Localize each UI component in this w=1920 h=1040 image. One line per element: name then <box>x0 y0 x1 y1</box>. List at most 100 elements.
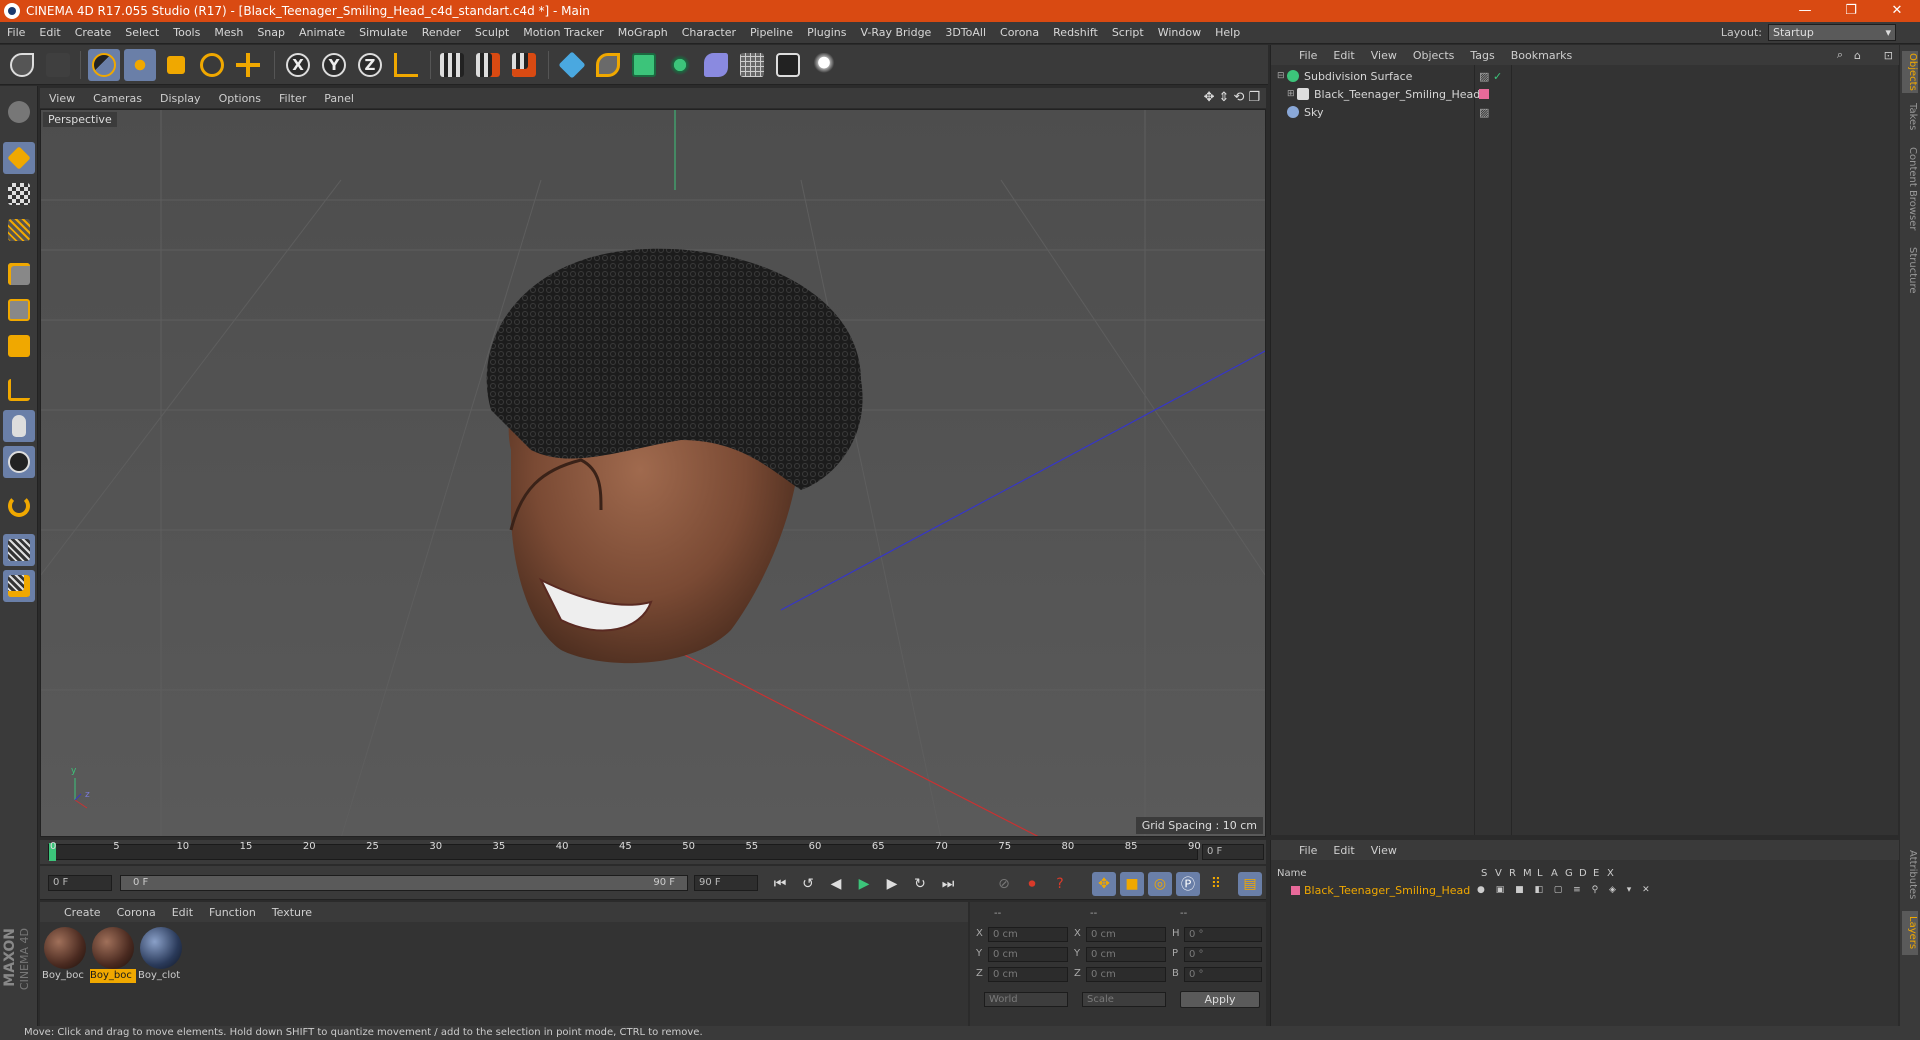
z-axis-toggle[interactable]: Z <box>354 49 386 81</box>
record-keys-button[interactable]: ⊘ <box>992 872 1016 896</box>
layer-flags-icon[interactable]: ● ▣ ■ ◧ ▢ ≡ ⚲ ◈ ▾ ✕ <box>1477 885 1654 895</box>
menu-select[interactable]: Select <box>118 26 166 39</box>
home-icon[interactable]: ⌂ <box>1854 49 1861 62</box>
menu-motion-tracker[interactable]: Motion Tracker <box>516 26 610 39</box>
add-light-button[interactable] <box>808 49 840 81</box>
coordinate-system-button[interactable] <box>390 49 422 81</box>
make-editable-button[interactable] <box>3 96 35 128</box>
menu-file[interactable]: File <box>0 26 32 39</box>
add-camera-button[interactable] <box>772 49 804 81</box>
autokey-button[interactable]: ? <box>1048 872 1072 896</box>
add-spline-button[interactable] <box>592 49 624 81</box>
layer-menu-view[interactable]: View <box>1363 844 1405 857</box>
object-row-sky[interactable]: Sky ▨ <box>1277 103 1887 121</box>
axis-mode-button[interactable] <box>3 374 35 406</box>
points-mode-button[interactable] <box>3 258 35 290</box>
material-menu-edit[interactable]: Edit <box>164 906 201 919</box>
tab-attributes[interactable]: Attributes <box>1902 845 1918 905</box>
menu-corona[interactable]: Corona <box>993 26 1046 39</box>
snap-button[interactable] <box>3 446 35 478</box>
menu-character[interactable]: Character <box>675 26 743 39</box>
material-menu-texture[interactable]: Texture <box>264 906 320 919</box>
rotate-tool-button[interactable] <box>196 49 228 81</box>
tab-content-browser[interactable]: Content Browser <box>1902 141 1918 237</box>
timeline-ruler[interactable]: 0 5 10 15 20 25 30 35 40 45 50 55 60 65 70 75 80 85 90 0 F <box>40 840 1266 864</box>
menu-mesh[interactable]: Mesh <box>207 26 250 39</box>
material-tag-icon[interactable] <box>1479 89 1489 99</box>
viewport-rotate-icon[interactable]: ⟲ <box>1233 90 1244 105</box>
add-deformer-button[interactable] <box>700 49 732 81</box>
undo-button[interactable] <box>6 49 38 81</box>
texture-mode-button[interactable] <box>3 178 35 210</box>
lock-workplane-button[interactable] <box>3 534 35 566</box>
coord-rot-b-field[interactable]: 0 ° <box>1184 967 1262 982</box>
coord-pos-z-field[interactable]: 0 cm <box>988 967 1068 982</box>
material-menu-function[interactable]: Function <box>201 906 264 919</box>
add-floor-button[interactable] <box>736 49 768 81</box>
menu-redshift[interactable]: Redshift <box>1046 26 1105 39</box>
material-menu-create[interactable]: Create <box>40 906 109 919</box>
material-menu-corona[interactable]: Corona <box>109 906 164 919</box>
tweak-mode-button[interactable] <box>3 410 35 442</box>
minimize-button[interactable]: — <box>1782 0 1828 22</box>
menu-snap[interactable]: Snap <box>250 26 292 39</box>
key-position-button[interactable]: ✥ <box>1092 872 1116 896</box>
add-cube-button[interactable] <box>556 49 588 81</box>
preview-range-slider[interactable]: 0 F 90 F <box>120 875 688 891</box>
edit-render-settings-button[interactable] <box>508 49 540 81</box>
y-axis-toggle[interactable]: Y <box>318 49 350 81</box>
x-axis-toggle[interactable]: X <box>282 49 314 81</box>
edges-mode-button[interactable] <box>3 294 35 326</box>
menu-tools[interactable]: Tools <box>166 26 207 39</box>
current-frame-field[interactable]: 0 F <box>1202 844 1264 860</box>
object-menu-objects[interactable]: Objects <box>1405 49 1463 62</box>
layer-color-swatch[interactable] <box>1291 885 1300 895</box>
max-frame-field[interactable]: 90 F <box>694 875 758 891</box>
viewport-menu-panel[interactable]: Panel <box>315 92 363 105</box>
menu-pipeline[interactable]: Pipeline <box>743 26 800 39</box>
menu-simulate[interactable]: Simulate <box>352 26 415 39</box>
menu-help[interactable]: Help <box>1208 26 1247 39</box>
next-frame-button[interactable]: ▶ <box>880 872 904 896</box>
key-scale-button[interactable]: ■ <box>1120 872 1144 896</box>
viewport-menu-filter[interactable]: Filter <box>270 92 315 105</box>
viewport-menu-cameras[interactable]: Cameras <box>84 92 151 105</box>
coord-pos-x-field[interactable]: 0 cm <box>988 927 1068 942</box>
transform-tool-button[interactable] <box>232 49 264 81</box>
model-mode-button[interactable] <box>3 142 35 174</box>
coord-size-y-field[interactable]: 0 cm <box>1086 947 1166 962</box>
close-button[interactable]: ✕ <box>1874 0 1920 22</box>
object-row-head[interactable]: ⊞ Black_Teenager_Smiling_Head <box>1277 85 1887 103</box>
menu-3dtoall[interactable]: 3DToAll <box>938 26 993 39</box>
timeline-scheme-button[interactable]: ▤ <box>1238 872 1262 896</box>
previous-frame-button[interactable]: ◀ <box>824 872 848 896</box>
next-key-button[interactable]: ↻ <box>908 872 932 896</box>
add-array-button[interactable] <box>664 49 696 81</box>
search-icon[interactable]: ⌕ <box>1837 48 1843 62</box>
key-rotation-button[interactable]: ◎ <box>1148 872 1172 896</box>
tab-objects[interactable]: Objects <box>1902 51 1918 93</box>
viewport-menu-display[interactable]: Display <box>151 92 210 105</box>
menu-edit[interactable]: Edit <box>32 26 67 39</box>
render-to-picture-viewer-button[interactable] <box>472 49 504 81</box>
material-swatch[interactable]: Boy_clot <box>138 927 184 985</box>
coord-pos-y-field[interactable]: 0 cm <box>988 947 1068 962</box>
key-parameter-button[interactable]: Ⓟ <box>1176 872 1200 896</box>
object-menu-file[interactable]: File <box>1291 49 1325 62</box>
min-frame-field[interactable]: 0 F <box>48 875 112 891</box>
viewport-menu-options[interactable]: Options <box>210 92 270 105</box>
layer-row[interactable]: Black_Teenager_Smiling_Head ● ▣ ■ ◧ ▢ ≡ … <box>1277 882 1887 898</box>
tab-structure[interactable]: Structure <box>1902 243 1918 297</box>
add-generator-button[interactable] <box>628 49 660 81</box>
polygons-mode-button[interactable] <box>3 330 35 362</box>
coord-size-z-field[interactable]: 0 cm <box>1086 967 1166 982</box>
material-swatch[interactable]: Boy_boc <box>42 927 88 985</box>
live-selection-button[interactable] <box>88 49 120 81</box>
object-menu-edit[interactable]: Edit <box>1325 49 1362 62</box>
menu-sculpt[interactable]: Sculpt <box>468 26 516 39</box>
coord-rot-p-field[interactable]: 0 ° <box>1184 947 1262 962</box>
viewport-pan-icon[interactable]: ✥ <box>1204 90 1215 105</box>
layout-dropdown[interactable]: Startup <box>1768 24 1896 41</box>
coord-rot-h-field[interactable]: 0 ° <box>1184 927 1262 942</box>
move-tool-button[interactable] <box>124 49 156 81</box>
